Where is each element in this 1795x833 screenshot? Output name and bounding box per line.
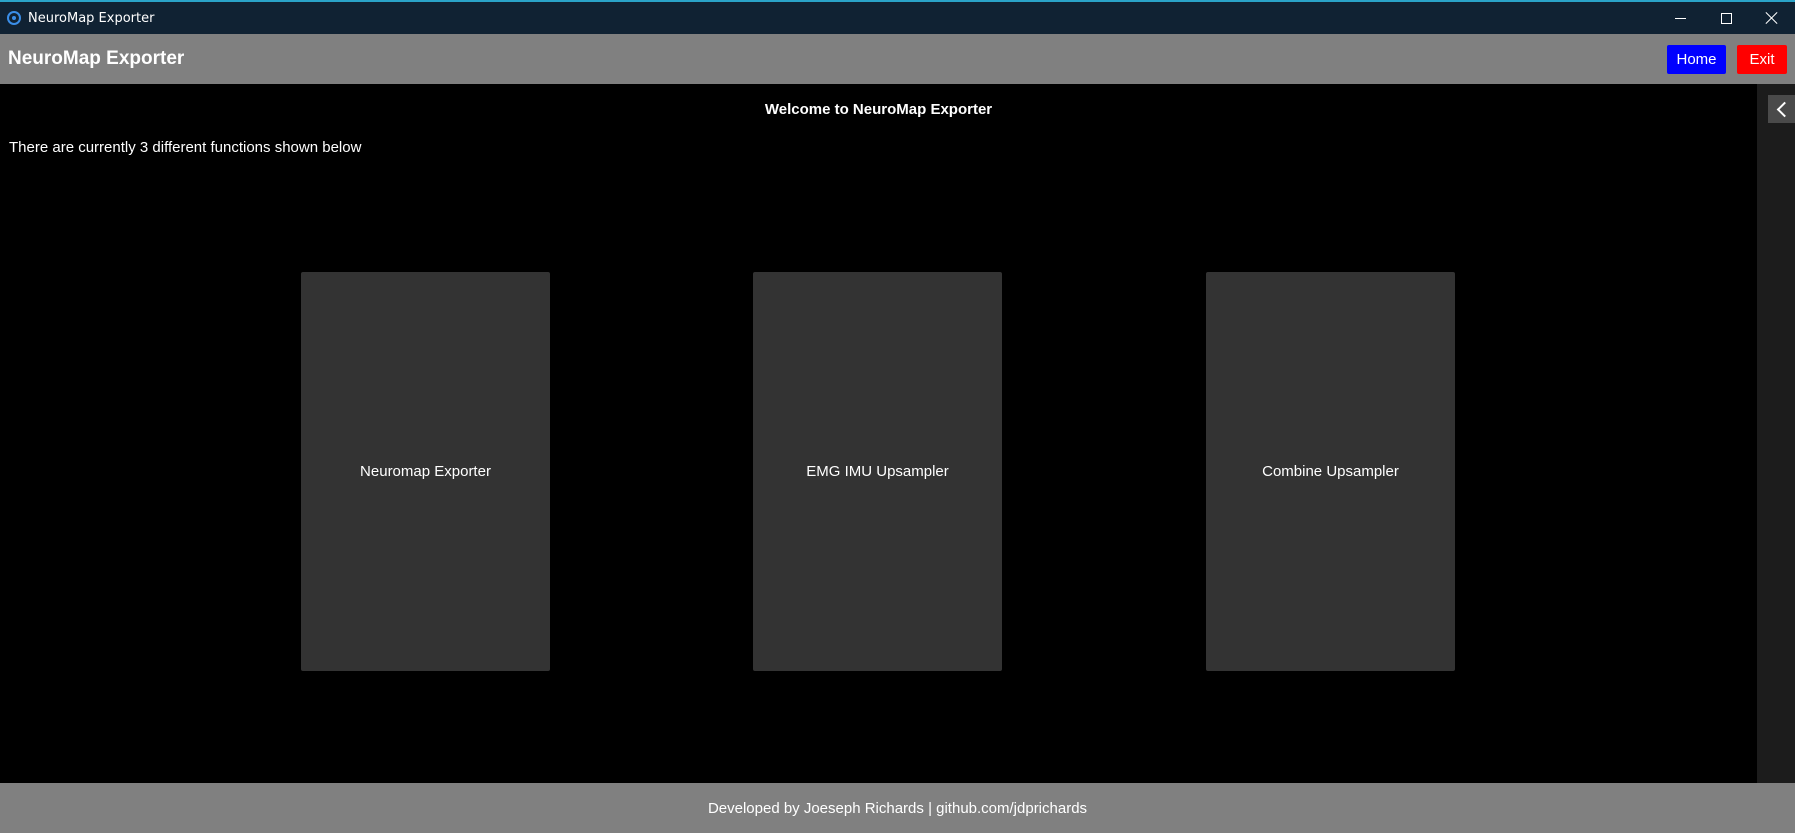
close-button[interactable] bbox=[1749, 2, 1795, 34]
exit-button[interactable]: Exit bbox=[1737, 44, 1787, 74]
footer: Developed by Joeseph Richards | github.c… bbox=[0, 783, 1795, 833]
home-button[interactable]: Home bbox=[1667, 44, 1726, 74]
sidebar-toggle-button[interactable] bbox=[1768, 95, 1795, 123]
close-icon bbox=[1765, 11, 1779, 25]
minimize-icon bbox=[1674, 17, 1686, 19]
window-title: NeuroMap Exporter bbox=[28, 10, 155, 26]
window-controls bbox=[1657, 2, 1795, 34]
footer-credit: Developed by Joeseph Richards | github.c… bbox=[707, 799, 1088, 817]
window-titlebar: NeuroMap Exporter bbox=[0, 0, 1795, 34]
app-icon bbox=[7, 11, 21, 25]
welcome-heading: Welcome to NeuroMap Exporter bbox=[764, 101, 993, 118]
right-sidebar bbox=[1757, 84, 1795, 783]
chevron-left-icon bbox=[1776, 101, 1792, 117]
app-name: NeuroMap Exporter bbox=[8, 48, 185, 69]
maximize-icon bbox=[1720, 12, 1732, 24]
combine-upsampler-card[interactable]: Combine Upsampler bbox=[1206, 272, 1455, 671]
emg-imu-upsampler-card[interactable]: EMG IMU Upsampler bbox=[753, 272, 1002, 671]
main-content: Welcome to NeuroMap Exporter There are c… bbox=[0, 84, 1757, 783]
minimize-button[interactable] bbox=[1657, 2, 1703, 34]
maximize-button[interactable] bbox=[1703, 2, 1749, 34]
functions-description: There are currently 3 different function… bbox=[9, 139, 362, 156]
app-header: NeuroMap Exporter Home Exit bbox=[0, 34, 1795, 84]
neuromap-exporter-card[interactable]: Neuromap Exporter bbox=[301, 272, 550, 671]
header-buttons: Home Exit bbox=[1667, 44, 1787, 74]
